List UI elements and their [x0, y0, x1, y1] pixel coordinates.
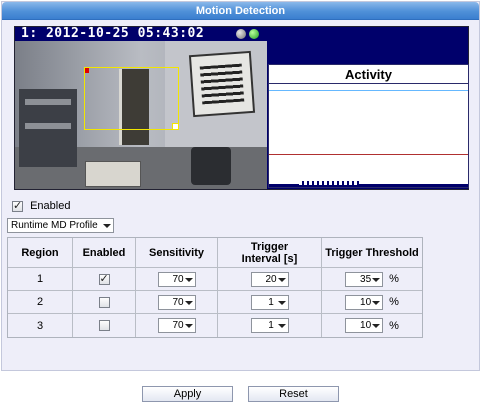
video-viewer: 1: 2012-10-25 05:43:02 Activity	[14, 26, 469, 190]
chevron-down-icon	[372, 277, 381, 282]
interval-cell: 1	[218, 314, 322, 337]
trigger-threshold-value: 10	[360, 296, 372, 308]
trigger-interval-value: 1	[268, 296, 274, 308]
trigger-interval-select[interactable]: 20	[250, 271, 289, 287]
chevron-down-icon	[184, 277, 193, 282]
threshold-cell: 10 %	[322, 291, 422, 314]
region-enabled-checkbox[interactable]	[98, 320, 110, 332]
grey-circle-icon[interactable]	[236, 29, 246, 39]
profile-select-value: Runtime MD Profile	[11, 220, 98, 231]
sensitivity-cell: 70	[136, 291, 218, 314]
chevron-down-icon	[103, 224, 111, 228]
trigger-threshold-value: 10	[360, 320, 372, 331]
sensitivity-cell: 70	[136, 314, 218, 337]
region-enabled-cell	[73, 268, 136, 291]
scene-printer	[85, 161, 141, 187]
trigger-interval-value: 20	[265, 273, 277, 285]
chevron-down-icon	[372, 300, 381, 305]
region-enabled-cell	[73, 291, 136, 314]
interval-cell: 1	[218, 291, 322, 314]
enabled-checkbox[interactable]	[12, 199, 23, 212]
camera-preview[interactable]: 1: 2012-10-25 05:43:02	[15, 27, 267, 189]
region-enabled-cell	[73, 314, 136, 337]
scene-test-chart-pattern	[199, 63, 245, 105]
col-header-region: Region	[8, 238, 73, 268]
sensitivity-cell: 70	[136, 268, 218, 291]
chevron-down-icon	[277, 300, 286, 305]
sensitivity-select[interactable]: 70	[157, 294, 196, 310]
apply-button[interactable]: Apply	[142, 386, 233, 402]
green-circle-icon[interactable]	[249, 29, 259, 39]
percent-unit: %	[389, 296, 399, 308]
region-number: 1	[8, 268, 73, 291]
trigger-threshold-select[interactable]: 35	[345, 271, 384, 287]
reset-button[interactable]: Reset	[248, 386, 339, 402]
sensitivity-value: 70	[172, 320, 184, 331]
trigger-threshold-select[interactable]: 10	[345, 318, 384, 333]
trigger-threshold-value: 35	[360, 273, 372, 285]
trigger-threshold-select[interactable]: 10	[345, 294, 384, 310]
activity-threshold-line	[269, 154, 468, 155]
table-row: 2 70 1 10 %	[8, 291, 422, 314]
sensitivity-select[interactable]: 70	[157, 271, 196, 287]
trigger-interval-select[interactable]: 1	[250, 294, 289, 310]
panel-title: Motion Detection	[2, 2, 479, 20]
threshold-cell: 35 %	[322, 268, 422, 291]
threshold-cell: 10 %	[322, 314, 422, 337]
camera-timestamp: 1: 2012-10-25 05:43:02	[21, 27, 205, 41]
activity-title: Activity	[269, 65, 468, 84]
region-enabled-checkbox[interactable]	[98, 296, 110, 308]
profile-select[interactable]: Runtime MD Profile	[7, 218, 114, 233]
regions-table: Region Enabled Sensitivity Trigger Inter…	[7, 237, 423, 338]
col-header-trigger-interval: Trigger Interval [s]	[218, 238, 322, 268]
table-row: 1 70 20 35 %	[8, 268, 422, 291]
camera-osd-bar: 1: 2012-10-25 05:43:02	[15, 27, 267, 41]
scene-shelf-board	[25, 99, 71, 105]
col-header-sensitivity: Sensitivity	[136, 238, 218, 268]
enabled-toggle-row: Enabled	[12, 199, 71, 213]
region-marker-icon	[85, 68, 89, 73]
motion-detection-panel: Motion Detection 1: 2012-10-25 05:43:02	[1, 1, 480, 371]
interval-cell: 20	[218, 268, 322, 291]
chevron-down-icon	[372, 324, 381, 328]
trigger-interval-select[interactable]: 1	[250, 318, 289, 333]
scene-shelf-board	[25, 123, 71, 129]
trigger-interval-value: 1	[268, 320, 274, 331]
chevron-down-icon	[277, 277, 286, 282]
table-header-row: Region Enabled Sensitivity Trigger Inter…	[8, 238, 422, 268]
activity-bars	[299, 181, 359, 185]
table-row: 3 70 1 10 %	[8, 314, 422, 337]
motion-region-1-box[interactable]	[84, 67, 179, 130]
enabled-label: Enabled	[30, 200, 71, 213]
scene-chair	[191, 147, 231, 185]
chevron-down-icon	[184, 300, 193, 305]
region-resize-handle[interactable]	[172, 123, 179, 130]
sensitivity-value: 70	[172, 296, 184, 308]
region-enabled-checkbox[interactable]	[98, 272, 110, 285]
percent-unit: %	[389, 319, 399, 332]
activity-plot: Activity	[268, 64, 469, 188]
activity-level-line	[269, 90, 468, 91]
col-header-trigger-threshold: Trigger Threshold	[322, 238, 422, 268]
chevron-down-icon	[277, 324, 286, 328]
sensitivity-select[interactable]: 70	[157, 318, 196, 333]
sensitivity-value: 70	[172, 273, 184, 285]
activity-graph: Activity	[267, 27, 469, 189]
region-number: 3	[8, 314, 73, 337]
chevron-down-icon	[184, 324, 193, 328]
col-header-enabled: Enabled	[73, 238, 136, 268]
percent-unit: %	[389, 273, 399, 285]
region-number: 2	[8, 291, 73, 314]
